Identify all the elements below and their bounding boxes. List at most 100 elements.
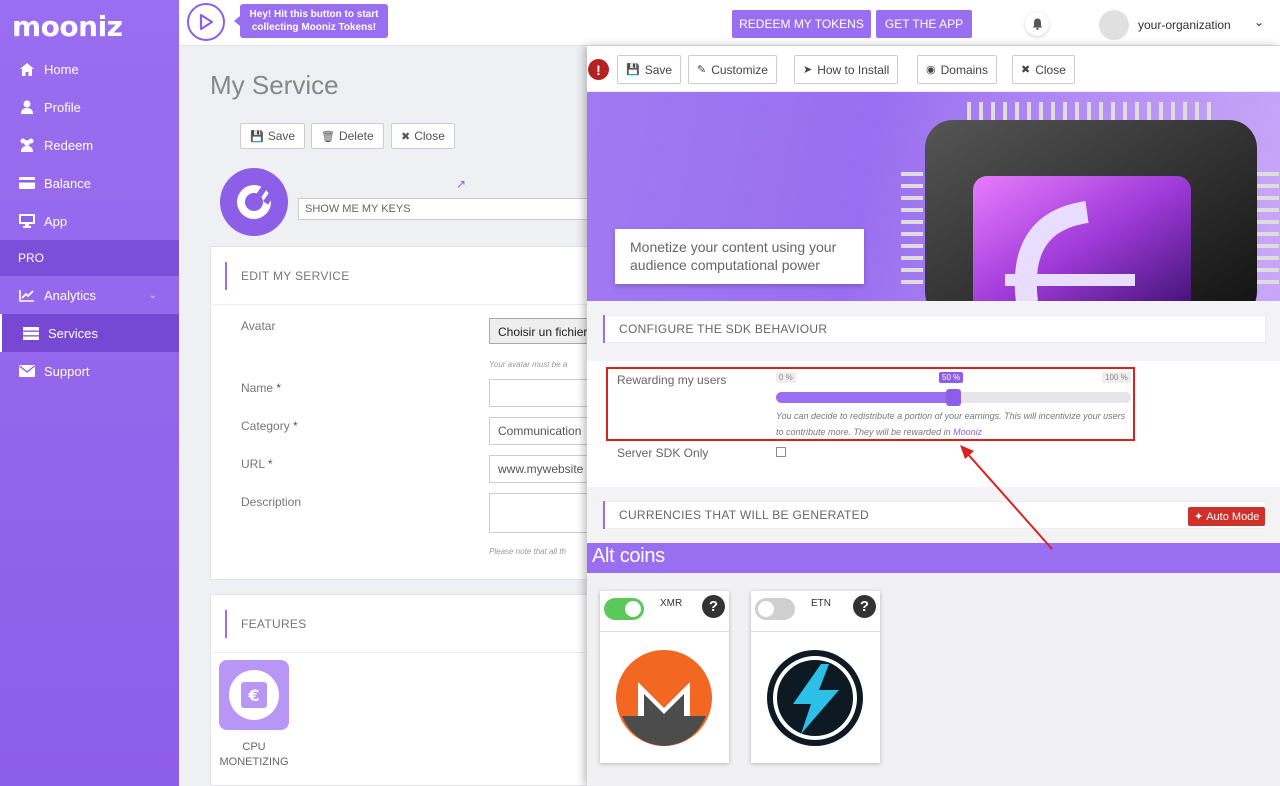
mooniz-logo[interactable]: mooniz (0, 0, 179, 50)
save-label: Save (267, 129, 296, 143)
notifications-button[interactable] (1025, 12, 1049, 36)
redeem-tokens-button[interactable]: REDEEM MY TOKENS (732, 10, 871, 38)
description-label: Description (241, 495, 302, 509)
auto-mode-button[interactable]: ✦ Auto Mode (1188, 507, 1266, 526)
url-label: URL * (241, 457, 273, 471)
delete-button[interactable]: 🗑 Delete (311, 123, 384, 149)
sidebar-item-analytics[interactable]: Analytics ⌄ (0, 276, 179, 314)
close-label: Close (1035, 62, 1066, 77)
sidebar-item-label: Profile (44, 99, 81, 115)
external-link-icon[interactable]: ↗ (456, 177, 466, 191)
electroneum-logo-icon (767, 650, 863, 746)
category-select[interactable]: Communication (489, 417, 601, 445)
delete-label: Delete (338, 129, 374, 143)
close-icon: ✖ (401, 130, 411, 143)
install-label: How to Install (817, 62, 890, 77)
get-app-button[interactable]: GET THE APP (876, 10, 972, 38)
slider-max-label: 100 % (1102, 372, 1131, 383)
chevron-down-icon[interactable]: ⌄ (1254, 15, 1264, 29)
sidebar-item-redeem[interactable]: Redeem (0, 126, 179, 164)
banner-caption: Monetize your content using your audienc… (615, 229, 864, 284)
form-note: Please note that all th (489, 547, 566, 556)
sidebar-item-balance[interactable]: Balance (0, 164, 179, 202)
how-to-install-button[interactable]: ➤ How to Install (794, 55, 899, 84)
show-keys-field[interactable]: SHOW ME MY KEYS (298, 198, 598, 220)
slider-handle[interactable] (945, 389, 961, 406)
reward-label: Rewarding my users (617, 373, 727, 387)
sidebar-item-label: Balance (44, 175, 91, 191)
reward-slider[interactable] (776, 389, 1131, 406)
mooniz-link[interactable]: Mooniz (953, 427, 982, 437)
domains-label: Domains (940, 62, 988, 77)
sidebar-section-pro: PRO (0, 240, 179, 276)
currencies-heading: CURRENCIES THAT WILL BE GENERATED (619, 508, 869, 522)
url-field[interactable]: www.mywebsite (489, 455, 601, 483)
etn-toggle[interactable] (755, 598, 795, 620)
chevron-down-icon: ⌄ (148, 289, 157, 301)
save-label: Save (644, 62, 673, 77)
feature-label: CPU MONETIZING (219, 741, 289, 768)
close-button[interactable]: ✖ Close (391, 123, 455, 149)
sidebar-item-app[interactable]: App (0, 202, 179, 240)
xmr-toggle[interactable] (604, 598, 644, 620)
top-bar: Hey! Hit this button to start collecting… (179, 0, 1280, 46)
trash-icon: 🗑 (321, 130, 335, 143)
magic-wand-icon: ✦ (1194, 511, 1204, 523)
page-title: My Service (210, 70, 339, 100)
envelope-icon (18, 364, 36, 378)
sdk-heading: CONFIGURE THE SDK BEHAVIOUR (619, 322, 828, 336)
warning-icon[interactable]: ! (588, 59, 609, 80)
sidebar-item-label: Analytics (44, 287, 97, 303)
drawer-save-button[interactable]: 💾 Save (617, 55, 682, 84)
server-sdk-checkbox[interactable] (776, 447, 786, 457)
slider-fill (776, 392, 954, 403)
save-button[interactable]: 💾 Save (240, 123, 306, 149)
cpu-monetizing-tile[interactable]: € (219, 660, 289, 730)
avatar-note: Your avatar must be a (489, 360, 568, 369)
close-icon: ✖ (1021, 64, 1031, 76)
avatar[interactable] (1099, 10, 1129, 40)
description-field[interactable] (489, 493, 601, 533)
sidebar-item-label: Redeem (44, 137, 94, 153)
auto-mode-label: Auto Mode (1206, 510, 1260, 523)
name-label: Name * (241, 381, 282, 395)
promo-banner: Monetize your content using your audienc… (587, 92, 1280, 301)
monero-logo-icon (616, 650, 712, 746)
sidebar-item-profile[interactable]: Profile (0, 88, 179, 126)
sidebar-item-label: App (44, 213, 68, 229)
close-label: Close (414, 129, 445, 143)
floppy-icon: 💾 (250, 130, 264, 143)
drawer-close-button[interactable]: ✖ Close (1012, 55, 1075, 84)
sidebar-item-home[interactable]: Home (0, 50, 179, 88)
customize-button[interactable]: ✎ Customize (688, 55, 777, 84)
rocket-icon: ➤ (803, 64, 813, 76)
coin-card-etn: ETN ? (751, 591, 880, 763)
play-icon (199, 13, 214, 31)
sidebar-item-services[interactable]: Services (0, 314, 179, 352)
slider-value-label: 50 % (939, 372, 964, 383)
category-label: Category * (241, 419, 298, 433)
service-page: My Service 💾 Save 🗑 Delete ✖ Close ↗ SHOW M… (179, 46, 601, 786)
sdk-section-heading: CONFIGURE THE SDK BEHAVIOUR (602, 315, 1266, 343)
desktop-icon (18, 214, 36, 228)
features-heading: FEATURES (241, 616, 307, 631)
cpu-euro-icon: € (229, 670, 279, 720)
start-mining-button[interactable] (187, 3, 225, 41)
avatar-label: Avatar (241, 319, 276, 333)
sidebar-item-label: Home (44, 61, 79, 77)
coin-name: ETN (811, 598, 831, 609)
choose-file-button[interactable]: Choisir un fichier (489, 318, 601, 344)
chart-icon (18, 288, 36, 302)
globe-icon: ◉ (926, 64, 936, 76)
help-icon[interactable]: ? (853, 595, 876, 618)
sidebar-item-support[interactable]: Support (0, 352, 179, 390)
svg-text:€: € (247, 686, 259, 705)
help-icon[interactable]: ? (702, 595, 725, 618)
organization-name[interactable]: your-organization (1138, 18, 1231, 32)
domains-button[interactable]: ◉ Domains (917, 55, 997, 84)
customize-label: Customize (711, 62, 768, 77)
server-sdk-label: Server SDK Only (617, 446, 709, 460)
name-field[interactable] (489, 379, 601, 407)
credit-card-icon (18, 176, 36, 190)
server-icon (22, 326, 40, 340)
